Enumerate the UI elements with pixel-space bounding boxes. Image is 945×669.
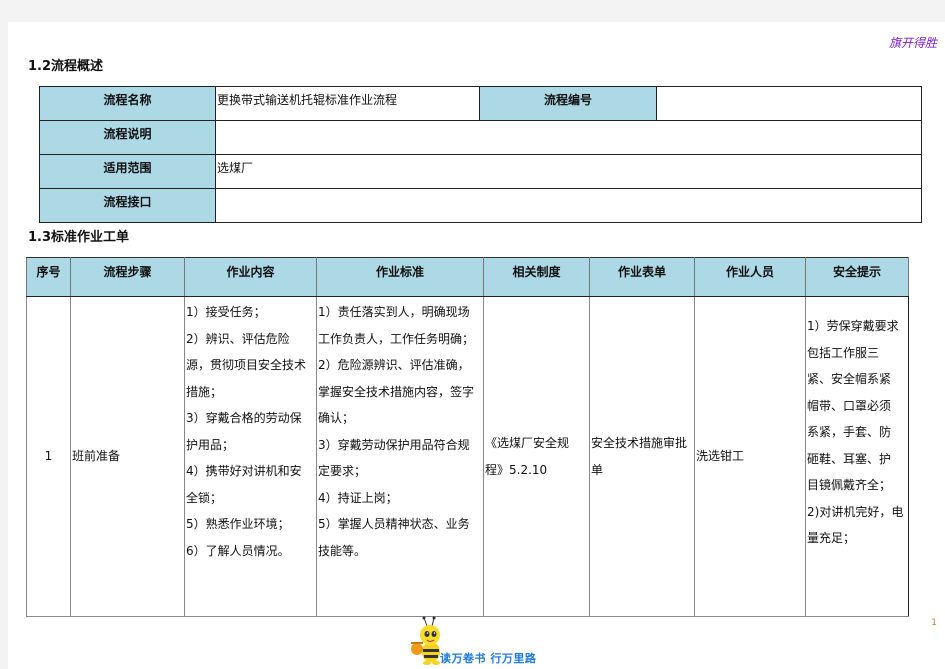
safety-line: 2)对讲机完好，电: [807, 504, 904, 519]
label-scope: 适用范围: [39, 154, 216, 189]
content-line: 3）穿戴合格的劳动保: [186, 411, 302, 425]
form-line: 安全技术措施审批: [591, 436, 688, 450]
header-personnel: 作业人员: [694, 257, 806, 297]
safety-line: 包括工作服三: [807, 345, 880, 360]
standard-line: 定要求；: [318, 464, 367, 478]
table-row: 1 班前准备 1）接受任务； 2）辨识、评估危险 源，贯彻项目安全技术 措施； …: [26, 296, 909, 617]
section-title-sop: 1.3标准作业工单: [28, 230, 130, 245]
content-line: 5）熟悉作业环境；: [186, 517, 290, 531]
header-regulation: 相关制度: [483, 257, 590, 297]
standard-line: 技能等。: [318, 543, 367, 558]
header-standard: 作业标准: [316, 257, 484, 297]
overview-row-scope: 适用范围 选煤厂: [39, 154, 922, 189]
standard-line: 工作负责人，工作任务明确；: [318, 331, 475, 346]
safety-line: 紧、安全帽系紧: [807, 372, 892, 386]
value-process-description: [215, 120, 922, 155]
safety-line: 1）劳保穿戴要求: [807, 319, 899, 333]
safety-line: 帽带、口罩必须: [807, 398, 892, 413]
section-title-overview: 1.2流程概述: [28, 59, 104, 74]
header-safety: 安全提示: [805, 257, 909, 297]
label-process-name: 流程名称: [39, 86, 216, 121]
safety-line: 系紧，手套、防: [807, 425, 892, 439]
content-line: 6）了解人员情况。: [186, 543, 290, 558]
cell-seq: 1: [26, 296, 71, 617]
safety-line: 目镜佩戴齐全；: [807, 478, 892, 492]
standard-line: 5）掌握人员精神状态、业务: [318, 517, 470, 531]
standard-line: 3）穿戴劳动保护用品符合规: [318, 437, 470, 452]
regulation-line: 《选煤厂安全规: [485, 436, 570, 450]
header-form: 作业表单: [589, 257, 695, 297]
value-process-number: [656, 86, 922, 121]
safety-line: 砸鞋、耳塞、护: [807, 451, 892, 466]
content-line: 2）辨识、评估危险: [186, 331, 290, 346]
cell-personnel: 洗选钳工: [694, 296, 806, 617]
standard-line: 2）危险源辨识、评估准确，: [318, 358, 470, 372]
content-line: 源，贯彻项目安全技术: [186, 358, 307, 372]
standard-line: 掌握安全技术措施内容，签字: [318, 384, 475, 399]
sop-header-row: 序号 流程步骤 作业内容 作业标准 相关制度 作业表单 作业人员 安全提示: [26, 257, 909, 297]
safety-line: 量充足；: [807, 531, 856, 545]
standard-work-order-table: 序号 流程步骤 作业内容 作业标准 相关制度 作业表单 作业人员 安全提示 1 …: [26, 257, 909, 617]
header-slogan: 旗开得胜: [888, 36, 937, 50]
content-line: 1）接受任务；: [186, 305, 266, 319]
cell-form: 安全技术措施审批 单: [589, 296, 695, 617]
header-seq: 序号: [26, 257, 71, 297]
motto-text: 读万卷书 行万里路: [440, 652, 537, 665]
value-process-name: 更换带式输送机托辊标准作业流程: [215, 86, 480, 121]
value-scope: 选煤厂: [215, 154, 922, 189]
standard-line: 确认；: [318, 411, 355, 425]
overview-row-description: 流程说明: [39, 120, 922, 155]
overview-row-interface: 流程接口: [39, 188, 922, 223]
content-line: 措施；: [186, 384, 223, 399]
form-line: 单: [591, 462, 604, 477]
cell-standard: 1）责任落实到人，明确现场 工作负责人，工作任务明确； 2）危险源辨识、评估准确…: [316, 296, 484, 617]
standard-line: 4）持证上岗；: [318, 490, 398, 505]
regulation-line: 程》5.2.10: [485, 462, 548, 477]
page-number: 1: [931, 618, 937, 628]
content-line: 护用品；: [186, 437, 235, 452]
header-content: 作业内容: [184, 257, 317, 297]
content-line: 全锁；: [186, 490, 223, 505]
process-overview-table: 流程名称 更换带式输送机托辊标准作业流程 流程编号 流程说明 适用范围 选煤厂 …: [39, 86, 922, 223]
cell-step: 班前准备: [70, 296, 185, 617]
content-line: 4）携带好对讲机和安: [186, 464, 302, 478]
label-process-number: 流程编号: [479, 86, 657, 121]
overview-row-name: 流程名称 更换带式输送机托辊标准作业流程 流程编号: [39, 86, 922, 121]
document-page: 旗开得胜 1.2流程概述 流程名称 更换带式输送机托辊标准作业流程 流程编号 流…: [8, 22, 945, 669]
cell-safety: 1）劳保穿戴要求 包括工作服三 紧、安全帽系紧 帽带、口罩必须 系紧，手套、防 …: [805, 296, 909, 617]
value-process-interface: [215, 188, 922, 223]
standard-line: 1）责任落实到人，明确现场: [318, 305, 470, 319]
header-step: 流程步骤: [70, 257, 185, 297]
label-process-interface: 流程接口: [39, 188, 216, 223]
footer-motto: 读万卷书 行万里路: [403, 616, 553, 666]
cell-regulation: 《选煤厂安全规 程》5.2.10: [483, 296, 590, 617]
cell-content: 1）接受任务； 2）辨识、评估危险 源，贯彻项目安全技术 措施； 3）穿戴合格的…: [184, 296, 317, 617]
label-process-description: 流程说明: [39, 120, 216, 155]
